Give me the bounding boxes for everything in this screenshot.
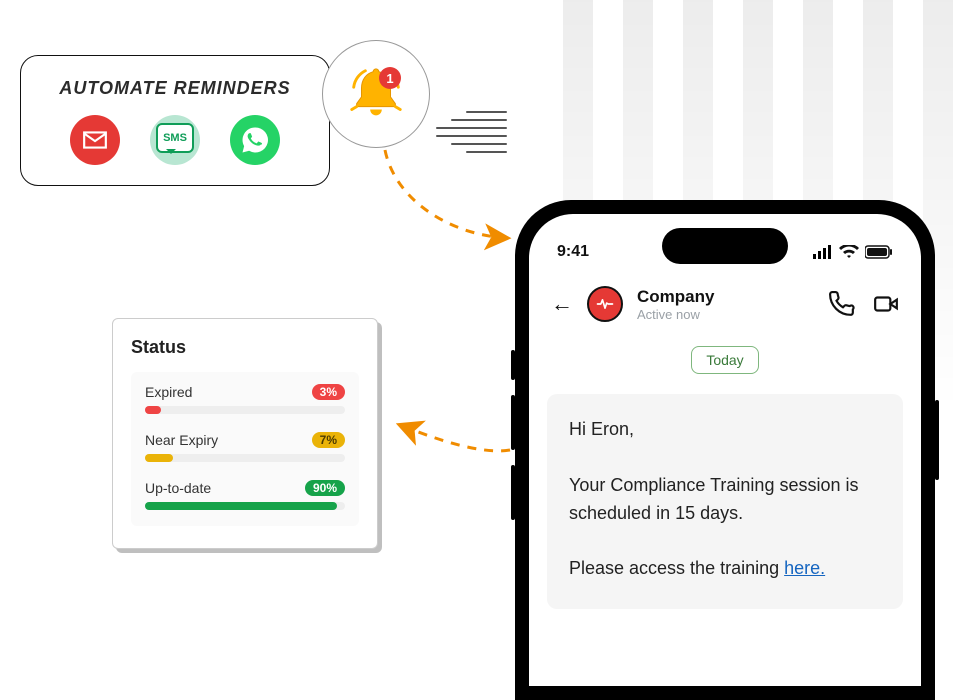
dynamic-island [662,228,788,264]
company-name: Company [637,287,815,307]
message-cta: Please access the training here. [569,555,881,583]
phone-side-button [511,465,515,520]
notification-bell[interactable]: 1 [322,40,430,148]
chat-message: Hi Eron, Your Compliance Training sessio… [547,394,903,609]
date-chip: Today [691,346,758,374]
cellular-icon [813,245,833,259]
reminder-channels: SMS [70,115,280,165]
status-row-near-expiry: Near Expiry 7% [145,432,345,462]
motion-lines-icon [432,105,507,160]
battery-icon [865,245,893,259]
status-pct-badge: 7% [312,432,345,448]
notification-badge: 1 [379,67,401,89]
wifi-icon [839,245,859,259]
clock: 9:41 [557,243,589,261]
email-icon[interactable] [70,115,120,165]
message-greeting: Hi Eron, [569,416,881,444]
status-list: Expired 3% Near Expiry 7% Up-to-date 90% [131,372,359,526]
phone-side-button [511,395,515,450]
phone-side-button [935,400,939,480]
status-card: Status Expired 3% Near Expiry 7% Up-to-d… [112,318,378,549]
training-link[interactable]: here. [784,558,825,578]
avatar[interactable] [587,286,623,322]
automate-reminders-card: AUTOMATE REMINDERS SMS [20,55,330,186]
video-icon[interactable] [873,291,899,317]
status-bar [145,406,345,414]
status-pct-badge: 3% [312,384,345,400]
call-icon[interactable] [829,291,855,317]
presence-text: Active now [637,307,815,322]
phone-screen: 9:41 ← Company Active now Today Hi [529,214,921,686]
back-arrow-icon[interactable]: ← [551,291,573,317]
sms-icon[interactable]: SMS [150,115,200,165]
phone-mockup: 9:41 ← Company Active now Today Hi [515,200,935,700]
phone-side-button [511,350,515,380]
status-row-uptodate: Up-to-date 90% [145,480,345,510]
status-label: Expired [145,384,192,400]
status-pct-badge: 90% [305,480,345,496]
status-bar [145,502,345,510]
whatsapp-icon[interactable] [230,115,280,165]
chat-header: ← Company Active now [529,286,921,322]
status-row-expired: Expired 3% [145,384,345,414]
status-title: Status [131,337,359,358]
status-label: Up-to-date [145,480,211,496]
status-bar [145,454,345,462]
status-label: Near Expiry [145,432,218,448]
message-body: Your Compliance Training session is sche… [569,472,881,528]
sms-label: SMS [156,123,194,153]
automate-reminders-title: AUTOMATE REMINDERS [59,78,290,99]
